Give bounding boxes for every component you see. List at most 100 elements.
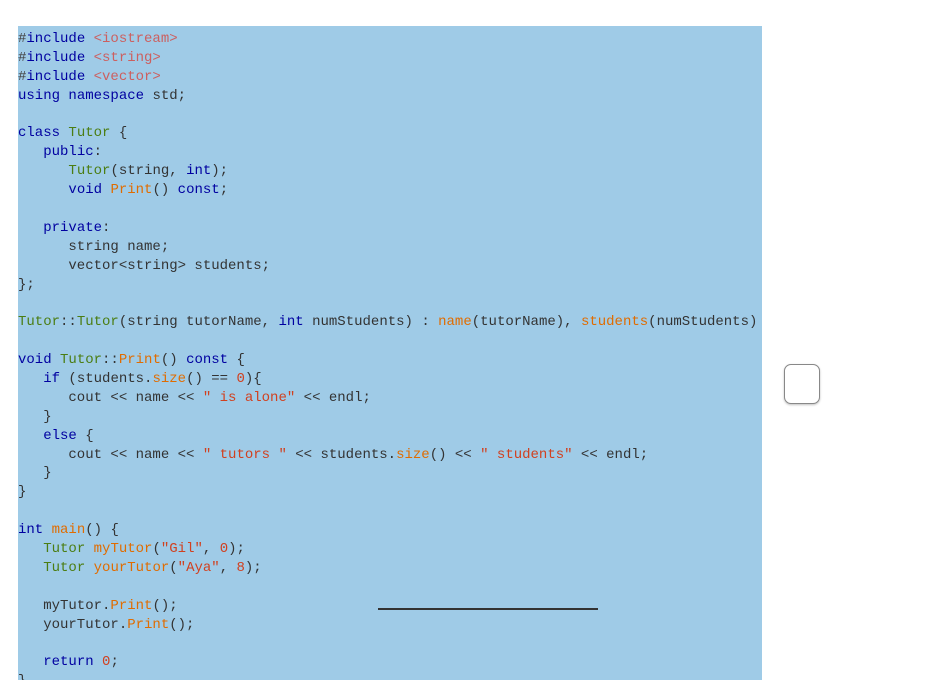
code-token bbox=[18, 428, 43, 444]
code-token bbox=[52, 352, 60, 368]
code-token: int bbox=[186, 163, 211, 179]
code-token: size bbox=[396, 447, 430, 463]
code-line: #include <string> bbox=[18, 49, 762, 68]
code-line: void Tutor::Print() const { bbox=[18, 351, 762, 370]
code-token: else bbox=[43, 428, 77, 444]
code-token: () bbox=[152, 182, 177, 198]
code-line bbox=[18, 635, 762, 654]
code-token: int bbox=[18, 522, 43, 538]
code-token: (); bbox=[152, 598, 177, 614]
code-token: 0 bbox=[236, 371, 244, 387]
code-token: ( bbox=[152, 541, 160, 557]
code-line: cout << name << " tutors " << students.s… bbox=[18, 446, 762, 465]
code-token: vector<string> students; bbox=[18, 258, 270, 274]
code-line: } bbox=[18, 464, 762, 483]
code-token: size bbox=[152, 371, 186, 387]
code-token: myTutor bbox=[94, 541, 153, 557]
code-token: using bbox=[18, 88, 60, 104]
code-token bbox=[18, 654, 43, 670]
code-token: " is alone" bbox=[203, 390, 295, 406]
code-token: () bbox=[161, 352, 186, 368]
code-token: 0 bbox=[102, 654, 110, 670]
code-token: void bbox=[18, 352, 52, 368]
code-token: (string tutorName, bbox=[119, 314, 279, 330]
code-token: 0 bbox=[220, 541, 228, 557]
code-line: vector<string> students; bbox=[18, 257, 762, 276]
code-token: << endl; bbox=[573, 447, 649, 463]
code-token: cout << name << bbox=[18, 447, 203, 463]
code-token bbox=[85, 541, 93, 557]
code-token: { bbox=[228, 352, 245, 368]
code-line: } bbox=[18, 408, 762, 427]
code-token: <string> bbox=[94, 50, 161, 66]
code-token: } bbox=[18, 673, 26, 680]
code-token: private bbox=[43, 220, 102, 236]
code-token: void bbox=[68, 182, 102, 198]
code-line: cout << name << " is alone" << endl; bbox=[18, 389, 762, 408]
code-token: " tutors " bbox=[203, 447, 287, 463]
code-token: if bbox=[43, 371, 60, 387]
code-token: Print bbox=[110, 598, 152, 614]
code-line: int main() { bbox=[18, 521, 762, 540]
code-token: cout << name << bbox=[18, 390, 203, 406]
code-line: return 0; bbox=[18, 653, 762, 672]
code-token bbox=[85, 31, 93, 47]
code-token bbox=[18, 220, 43, 236]
code-token: yourTutor bbox=[94, 560, 170, 576]
code-token: Tutor bbox=[43, 560, 85, 576]
code-token: Print bbox=[127, 617, 169, 633]
code-token: ( bbox=[169, 560, 177, 576]
code-token: include bbox=[26, 50, 85, 66]
code-token: Tutor bbox=[68, 125, 110, 141]
code-token bbox=[18, 163, 68, 179]
code-line: }; bbox=[18, 276, 762, 295]
code-token: } bbox=[18, 409, 52, 425]
code-token: (); bbox=[169, 617, 194, 633]
code-token: <vector> bbox=[94, 69, 161, 85]
code-token: () == bbox=[186, 371, 236, 387]
code-token: "Aya" bbox=[178, 560, 220, 576]
code-line bbox=[18, 578, 762, 597]
code-token: Tutor bbox=[77, 314, 119, 330]
code-token bbox=[18, 144, 43, 160]
code-token: const bbox=[186, 352, 228, 368]
code-line bbox=[18, 200, 762, 219]
code-token: "Gil" bbox=[161, 541, 203, 557]
code-token: ; bbox=[110, 654, 118, 670]
code-token: : bbox=[94, 144, 102, 160]
code-line: Tutor::Tutor(string tutorName, int numSt… bbox=[18, 313, 762, 332]
code-token: include bbox=[26, 31, 85, 47]
code-token: Tutor bbox=[68, 163, 110, 179]
code-token: string name; bbox=[18, 239, 169, 255]
code-token: Print bbox=[119, 352, 161, 368]
code-token: namespace bbox=[68, 88, 144, 104]
code-token bbox=[94, 654, 102, 670]
code-token: :: bbox=[102, 352, 119, 368]
code-token: () << bbox=[430, 447, 480, 463]
code-line: Tutor(string, int); bbox=[18, 162, 762, 181]
code-token: int bbox=[278, 314, 303, 330]
page: #include <iostream>#include <string>#inc… bbox=[0, 0, 941, 610]
code-token: Print bbox=[110, 182, 152, 198]
code-line: else { bbox=[18, 427, 762, 446]
code-token: : bbox=[102, 220, 110, 236]
code-line: #include <vector> bbox=[18, 68, 762, 87]
code-line: public: bbox=[18, 143, 762, 162]
code-line bbox=[18, 294, 762, 313]
code-token bbox=[85, 50, 93, 66]
code-token bbox=[18, 560, 43, 576]
code-token: << students. bbox=[287, 447, 396, 463]
code-line: void Print() const; bbox=[18, 181, 762, 200]
code-line: Tutor myTutor("Gil", 0); bbox=[18, 540, 762, 559]
code-token: class bbox=[18, 125, 60, 141]
side-box-button[interactable] bbox=[784, 364, 820, 404]
code-token bbox=[18, 371, 43, 387]
code-token: const bbox=[178, 182, 220, 198]
code-token: myTutor. bbox=[18, 598, 110, 614]
code-token: Tutor bbox=[18, 314, 60, 330]
code-token: name bbox=[438, 314, 472, 330]
code-line: } bbox=[18, 672, 762, 680]
code-line: myTutor.Print(); bbox=[18, 597, 762, 616]
code-token: Tutor bbox=[60, 352, 102, 368]
code-line bbox=[18, 332, 762, 351]
